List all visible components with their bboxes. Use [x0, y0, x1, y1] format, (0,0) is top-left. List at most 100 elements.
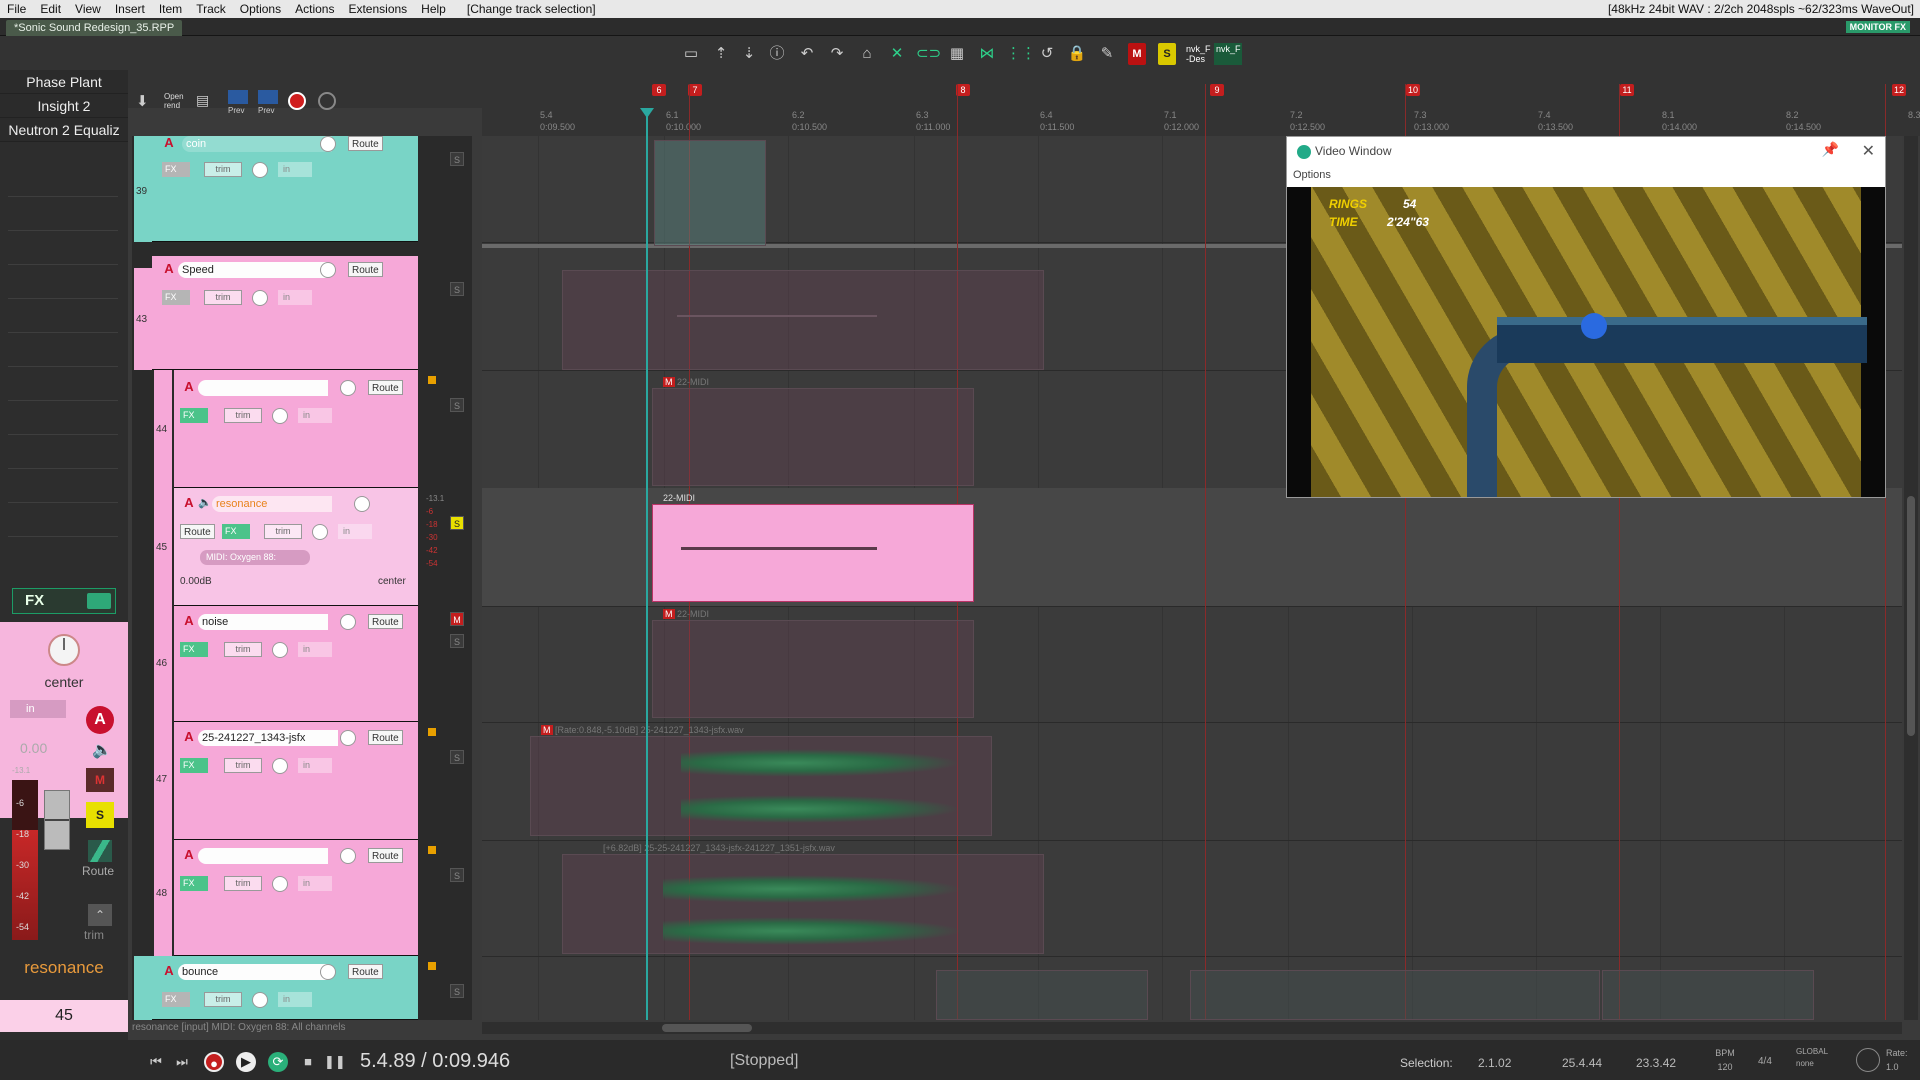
- track-45-solo-button[interactable]: S: [450, 516, 464, 530]
- track-48-route-button[interactable]: Route: [368, 848, 403, 863]
- playrate-display[interactable]: Rate: 1.0: [1886, 1046, 1908, 1074]
- stop-button[interactable]: ■: [298, 1052, 318, 1072]
- track-43-volume-knob[interactable]: [320, 262, 336, 278]
- track-46-mute-button[interactable]: M: [450, 612, 464, 626]
- track-46-arm-button[interactable]: A: [182, 614, 196, 628]
- mixer-record-arm-button[interactable]: A: [86, 706, 114, 734]
- track-45-volume-knob[interactable]: [354, 496, 370, 512]
- speaker-icon[interactable]: 🔈: [92, 740, 112, 760]
- track-44-input-select[interactable]: in: [298, 408, 332, 423]
- ripple-edit-icon[interactable]: ✕: [886, 43, 908, 65]
- track-39-solo-button[interactable]: S: [450, 152, 464, 166]
- metronome-icon[interactable]: ⌂: [856, 43, 878, 65]
- track-45-speaker-icon[interactable]: 🔈: [198, 496, 212, 509]
- track-47-fx-button[interactable]: FX: [180, 758, 208, 773]
- track-46-solo-button[interactable]: S: [450, 634, 464, 648]
- track-46-route-button[interactable]: Route: [368, 614, 403, 629]
- track-45-resonance[interactable]: A 🔈 resonance Route FX trim in MIDI: Oxy…: [174, 488, 418, 606]
- track-45-arm-button[interactable]: A: [182, 496, 196, 510]
- track-bounce-fx-button[interactable]: FX: [162, 992, 190, 1007]
- selection-start[interactable]: 2.1.02: [1478, 1056, 1511, 1070]
- marker-12[interactable]: 12: [1892, 84, 1906, 96]
- track-47-name[interactable]: 25-241227_1343-jsfx: [198, 730, 338, 746]
- item-speed[interactable]: [562, 270, 1044, 370]
- track-47-arm-button[interactable]: A: [182, 730, 196, 744]
- track-48-trim-button[interactable]: trim: [224, 876, 262, 891]
- custom-action-m-button[interactable]: M: [1128, 43, 1146, 65]
- track-46-input-select[interactable]: in: [298, 642, 332, 657]
- track-47-volume-knob[interactable]: [340, 730, 356, 746]
- mixer-mute-button[interactable]: M: [86, 768, 114, 792]
- menu-extensions[interactable]: Extensions: [341, 2, 414, 16]
- track-44-arm-button[interactable]: A: [182, 380, 196, 394]
- vertical-scrollbar[interactable]: [1904, 136, 1918, 1020]
- close-icon[interactable]: ✕: [1862, 141, 1875, 161]
- envelope-icon[interactable]: ✎: [1096, 43, 1118, 65]
- pin-icon[interactable]: 📌: [1822, 141, 1839, 158]
- fx-enable-toggle[interactable]: [87, 593, 111, 609]
- track-44-volume-knob[interactable]: [340, 380, 356, 396]
- track-43-pan-knob[interactable]: [252, 290, 268, 306]
- trim-icon[interactable]: ⌃: [88, 904, 112, 926]
- marker-10[interactable]: 10: [1406, 84, 1420, 96]
- item-mute-icon-3[interactable]: M: [541, 725, 553, 735]
- item-bounce-2[interactable]: [1190, 970, 1600, 1020]
- track-43-arm-button[interactable]: A: [162, 262, 176, 276]
- track-46-name[interactable]: noise: [198, 614, 328, 630]
- global-value[interactable]: none: [1796, 1058, 1828, 1070]
- rate-value[interactable]: 1.0: [1886, 1060, 1908, 1074]
- marker-7[interactable]: 7: [688, 84, 702, 96]
- grid-icon[interactable]: ▦: [946, 43, 968, 65]
- mixer-solo-button[interactable]: S: [86, 802, 114, 828]
- track-48-solo-button[interactable]: S: [450, 868, 464, 882]
- track-43-solo-button[interactable]: S: [450, 282, 464, 296]
- custom-action-s-button[interactable]: S: [1158, 43, 1176, 65]
- menu-help[interactable]: Help: [414, 2, 453, 16]
- midi-note[interactable]: [681, 547, 877, 550]
- nvk-button[interactable]: nvk_F: [1214, 43, 1242, 65]
- track-48-name[interactable]: [198, 848, 328, 864]
- global-automation[interactable]: GLOBAL none: [1796, 1046, 1828, 1070]
- marker-9[interactable]: 9: [1210, 84, 1224, 96]
- track-39-fx-button[interactable]: FX: [162, 162, 190, 177]
- track-46-pan-knob[interactable]: [272, 642, 288, 658]
- video-window[interactable]: Video Window 📌 ✕ Options RINGS 54 TIME 2…: [1286, 136, 1886, 498]
- track-43-route-button[interactable]: Route: [348, 262, 383, 277]
- mixer-volume-fader[interactable]: [44, 790, 70, 850]
- track-bounce-solo-button[interactable]: S: [450, 984, 464, 998]
- track-48-fx-button[interactable]: FX: [180, 876, 208, 891]
- go-to-end-icon[interactable]: ⏭: [172, 1052, 192, 1072]
- menu-file[interactable]: File: [0, 2, 33, 16]
- grid-lines-icon[interactable]: ⋮⋮: [1006, 43, 1036, 65]
- track-44-route-button[interactable]: Route: [368, 380, 403, 395]
- item-bounce-1[interactable]: [936, 970, 1148, 1020]
- record-button[interactable]: ●: [204, 1052, 224, 1072]
- track-46-noise[interactable]: A noise Route FX trim in: [174, 606, 418, 722]
- track-46-trim-button[interactable]: trim: [224, 642, 262, 657]
- item-mute-icon[interactable]: M: [663, 377, 675, 387]
- menu-item[interactable]: Item: [152, 2, 189, 16]
- track-39-volume-knob[interactable]: [320, 136, 336, 152]
- track-39-pan-knob[interactable]: [252, 162, 268, 178]
- item-22-midi-noise[interactable]: M 22-MIDI: [652, 609, 974, 718]
- track-47-pan-knob[interactable]: [272, 758, 288, 774]
- track-43-input-select[interactable]: in: [278, 290, 312, 305]
- track-43-name[interactable]: Speed: [178, 262, 328, 278]
- track-44-pan-knob[interactable]: [272, 408, 288, 424]
- track-bounce-arm-button[interactable]: A: [162, 964, 176, 978]
- save-icon[interactable]: ⇣: [738, 43, 760, 65]
- selection-end[interactable]: 25.4.44: [1562, 1056, 1602, 1070]
- monitor-fx-button[interactable]: MONITOR FX: [1845, 21, 1910, 33]
- bpm-value[interactable]: 120: [1710, 1060, 1740, 1074]
- project-tab[interactable]: *Sonic Sound Redesign_35.RPP: [6, 20, 183, 36]
- audio-device-info[interactable]: [48kHz 24bit WAV : 2/2ch 2048spls ~62/32…: [1608, 2, 1914, 16]
- menu-insert[interactable]: Insert: [108, 2, 152, 16]
- mixer-input-select[interactable]: in: [10, 700, 66, 718]
- track-bounce[interactable]: A bounce Route FX trim in: [152, 956, 418, 1020]
- track-43-trim-button[interactable]: trim: [204, 290, 242, 305]
- nvk-desc-button[interactable]: nvk_F -Des: [1184, 43, 1212, 65]
- fx-phase-plant[interactable]: Phase Plant: [0, 70, 128, 94]
- open-icon[interactable]: ⇡: [710, 43, 732, 65]
- track-45-trim-button[interactable]: trim: [264, 524, 302, 539]
- mixer-fx-button[interactable]: FX: [12, 588, 116, 614]
